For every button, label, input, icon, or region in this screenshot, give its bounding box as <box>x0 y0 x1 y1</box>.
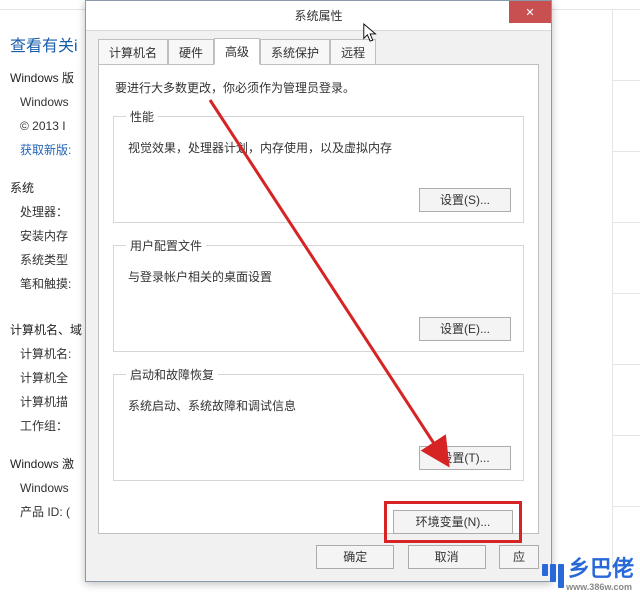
tab-strip: 计算机名 硬件 高级 系统保护 远程 <box>98 39 551 64</box>
bg-newver-link[interactable]: 获取新版: <box>10 138 85 162</box>
bg-systype: 系统类型 <box>10 248 85 272</box>
bg-copyright: © 2013 I <box>10 114 85 138</box>
tab-hardware[interactable]: 硬件 <box>168 39 214 65</box>
bg-domain: 计算机名、域 <box>10 318 85 342</box>
startup-recovery-desc: 系统启动、系统故障和调试信息 <box>128 397 511 414</box>
startup-recovery-settings-button[interactable]: 设置(T)... <box>419 446 511 470</box>
tab-remote[interactable]: 远程 <box>330 39 376 65</box>
admin-note: 要进行大多数更改，你必须作为管理员登录。 <box>115 79 524 96</box>
bg-workgroup: 工作组： <box>10 414 85 438</box>
user-profiles-desc: 与登录帐户相关的桌面设置 <box>128 268 511 285</box>
ok-button[interactable]: 确定 <box>316 545 394 569</box>
watermark-logo: 乡巴佬 www.386w.com <box>542 551 634 588</box>
bg-right-cells <box>612 10 640 570</box>
dialog-titlebar[interactable]: 系统属性 ✕ <box>86 1 551 31</box>
bg-winver: Windows 版 <box>10 66 85 90</box>
bg-heading: 查看有关i <box>10 32 78 56</box>
bg-info-list: Windows 版 Windows © 2013 I 获取新版: 系统 处理器：… <box>10 60 85 524</box>
user-profiles-legend: 用户配置文件 <box>126 237 206 254</box>
dialog-title: 系统属性 <box>294 7 342 24</box>
apply-button[interactable]: 应 <box>499 545 539 569</box>
bg-ram: 安装内存 <box>10 224 85 248</box>
tab-advanced[interactable]: 高级 <box>214 38 260 65</box>
close-button[interactable]: ✕ <box>509 1 551 23</box>
bg-pen: 笔和触摸: <box>10 272 85 296</box>
bg-actsub: Windows <box>10 476 85 500</box>
bg-act: Windows 激 <box>10 452 85 476</box>
logo-url: www.386w.com <box>566 582 632 592</box>
bg-cpu: 处理器： <box>10 200 85 224</box>
dialog-button-row: 确定 取消 应 <box>98 545 539 569</box>
startup-recovery-legend: 启动和故障恢复 <box>126 366 218 383</box>
startup-recovery-group: 启动和故障恢复 系统启动、系统故障和调试信息 设置(T)... <box>113 366 524 481</box>
bg-pid: 产品 ID: ( <box>10 500 85 524</box>
environment-variables-button[interactable]: 环境变量(N)... <box>393 510 513 534</box>
logo-bars-icon <box>542 564 564 588</box>
bg-winsub: Windows <box>10 90 85 114</box>
tab-computer-name[interactable]: 计算机名 <box>98 39 168 65</box>
tab-system-protection[interactable]: 系统保护 <box>260 39 330 65</box>
bg-pcname: 计算机名: <box>10 342 85 366</box>
cancel-button[interactable]: 取消 <box>408 545 486 569</box>
performance-group: 性能 视觉效果，处理器计划，内存使用，以及虚拟内存 设置(S)... <box>113 108 524 223</box>
bg-pcfull: 计算机全 <box>10 366 85 390</box>
performance-legend: 性能 <box>126 108 158 125</box>
system-properties-dialog: 系统属性 ✕ 计算机名 硬件 高级 系统保护 远程 要进行大多数更改，你必须作为… <box>85 0 552 582</box>
user-profiles-group: 用户配置文件 与登录帐户相关的桌面设置 设置(E)... <box>113 237 524 352</box>
env-var-highlight-box: 环境变量(N)... <box>384 501 522 543</box>
bg-system: 系统 <box>10 176 85 200</box>
tab-advanced-panel: 要进行大多数更改，你必须作为管理员登录。 性能 视觉效果，处理器计划，内存使用，… <box>98 64 539 534</box>
user-profiles-settings-button[interactable]: 设置(E)... <box>419 317 511 341</box>
bg-pcdesc: 计算机描 <box>10 390 85 414</box>
logo-text: 乡巴佬 <box>568 551 634 583</box>
close-icon: ✕ <box>525 6 534 19</box>
performance-settings-button[interactable]: 设置(S)... <box>419 188 511 212</box>
performance-desc: 视觉效果，处理器计划，内存使用，以及虚拟内存 <box>128 139 511 156</box>
